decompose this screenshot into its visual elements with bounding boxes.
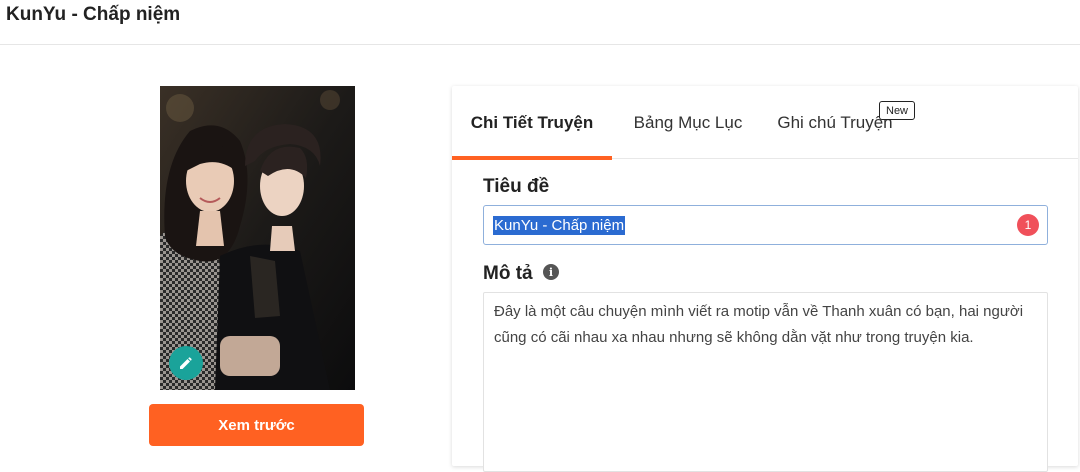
story-details-panel: Chi Tiết Truyện Bảng Mục Lục Ghi chú Tru… xyxy=(452,86,1078,472)
title-label: Tiêu đề xyxy=(483,176,550,197)
cover-photo xyxy=(160,86,355,390)
page-title: KunYu - Chấp niệm xyxy=(6,4,181,25)
description-textarea[interactable]: Đây là một câu chuyện mình viết ra motip… xyxy=(483,292,1048,472)
description-label: Mô tả xyxy=(483,263,533,284)
pencil-icon xyxy=(180,357,192,369)
tab-table-of-contents[interactable]: Bảng Mục Lục xyxy=(624,86,752,159)
story-cover-image xyxy=(160,86,355,390)
tab-bar: Chi Tiết Truyện Bảng Mục Lục Ghi chú Tru… xyxy=(452,86,1078,160)
top-bar: KunYu - Chấp niệm xyxy=(0,0,1080,45)
tab-story-notes[interactable]: Ghi chú Truyện xyxy=(770,86,900,159)
error-count-badge: 1 xyxy=(1017,214,1039,236)
tab-story-details[interactable]: Chi Tiết Truyện xyxy=(452,86,612,160)
preview-button[interactable]: Xem trước xyxy=(149,404,364,446)
info-icon[interactable]: i xyxy=(543,264,559,280)
description-text: Đây là một câu chuyện mình viết ra motip… xyxy=(494,303,1024,346)
edit-cover-button[interactable] xyxy=(169,346,203,380)
title-input[interactable]: KunYu - Chấp niệm 1 xyxy=(483,205,1048,245)
new-badge: New xyxy=(879,101,916,120)
title-input-value: KunYu - Chấp niệm xyxy=(493,216,626,235)
